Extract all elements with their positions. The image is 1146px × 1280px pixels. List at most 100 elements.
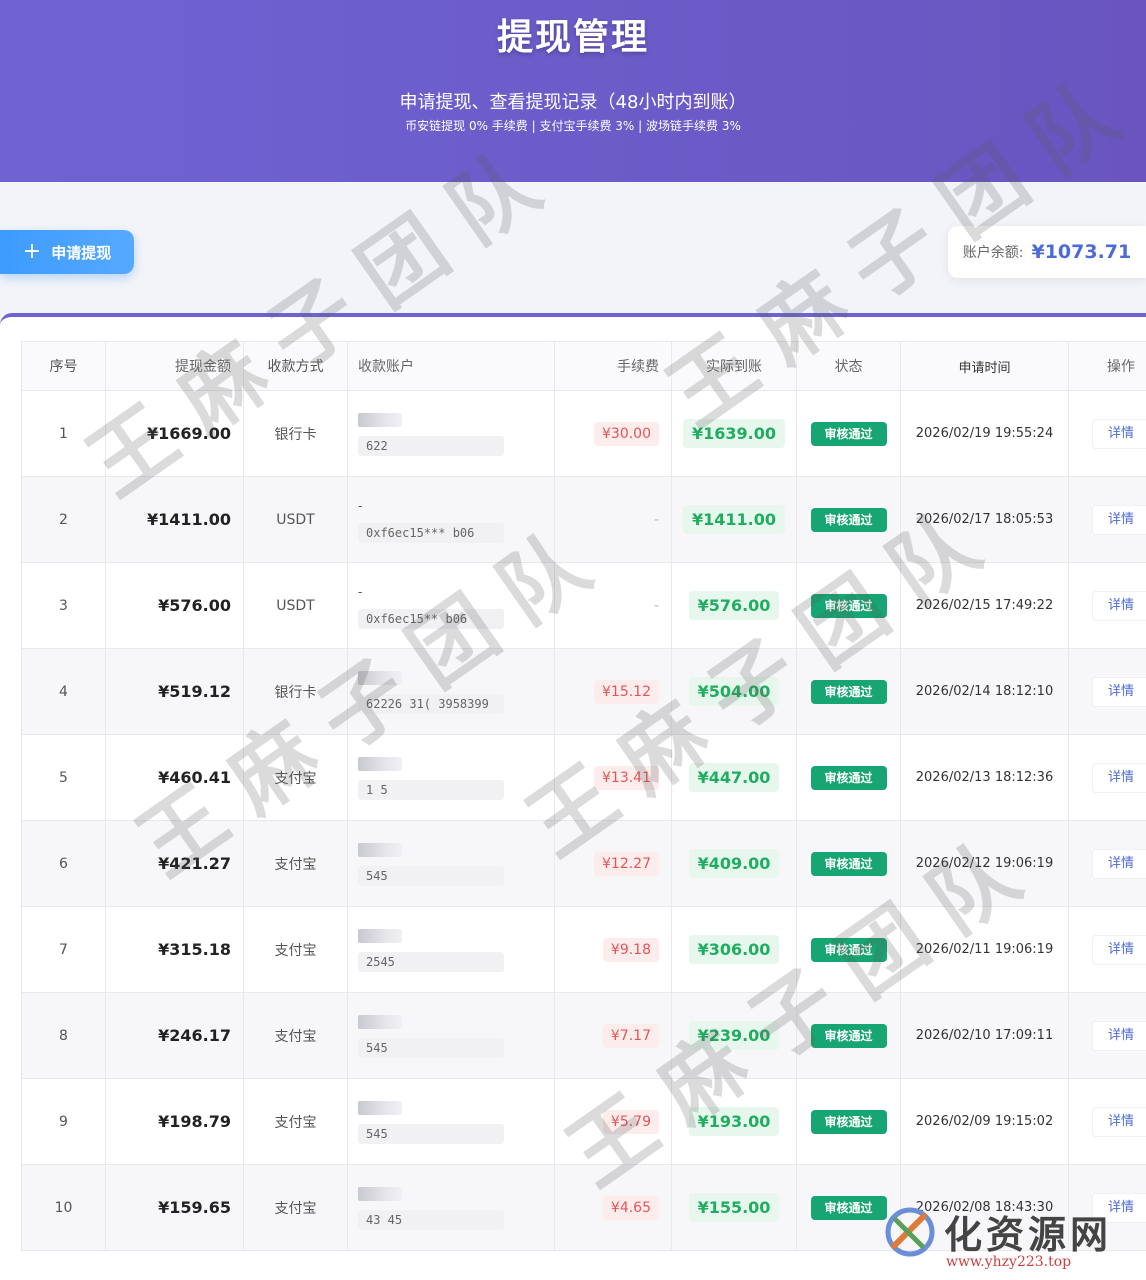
plus-icon: +: [22, 239, 42, 264]
cell-index: 10: [21, 1164, 106, 1251]
detail-button[interactable]: 详情: [1092, 1192, 1146, 1223]
cell-amount: ¥159.65: [105, 1164, 244, 1251]
balance-card: 账户余额: ¥1073.71: [948, 226, 1146, 278]
account-number: 62226 31( 3958399: [358, 693, 504, 714]
cell-amount: ¥576.00: [105, 562, 244, 649]
table-row: 9 ¥198.79 支付宝 545 ¥5.79 ¥193.00 审核通过 202…: [21, 1078, 1146, 1165]
header-col-index: 序号: [21, 341, 106, 391]
cell-action: 详情: [1068, 734, 1146, 821]
cell-amount: ¥421.27: [105, 820, 244, 907]
detail-button[interactable]: 详情: [1092, 676, 1146, 707]
cell-method: 支付宝: [243, 820, 348, 907]
cell-index: 5: [21, 734, 106, 821]
header-col-net: 实际到账: [671, 341, 797, 391]
status-badge: 审核通过: [810, 851, 887, 876]
cell-amount: ¥460.41: [105, 734, 244, 821]
cell-account: 545: [347, 992, 555, 1079]
cell-status: 审核通过: [796, 562, 901, 649]
cell-action: 详情: [1068, 476, 1146, 563]
cell-account: - 0xf6ec15** b06: [347, 562, 555, 649]
account-number: 43 45: [358, 1209, 504, 1230]
cell-amount: ¥315.18: [105, 906, 244, 993]
apply-withdraw-button[interactable]: + 申请提现: [0, 230, 134, 274]
cell-status: 审核通过: [796, 1164, 901, 1251]
status-badge: 审核通过: [810, 593, 887, 618]
header-col-fee: 手续费: [554, 341, 672, 391]
detail-button[interactable]: 详情: [1092, 504, 1146, 535]
cell-time: 2026/02/11 19:06:19: [900, 906, 1069, 993]
table-row: 5 ¥460.41 支付宝 1 5 ¥13.41 ¥447.00 审核通过 20…: [21, 734, 1146, 821]
fee-tag: ¥4.65: [602, 1195, 659, 1220]
cell-account: 62226 31( 3958399: [347, 648, 555, 735]
page-header: 提现管理 申请提现、查看提现记录（48小时内到账） 币安链提现 0% 手续费 |…: [0, 0, 1146, 182]
cell-fee: ¥4.65: [554, 1164, 672, 1251]
cell-action: 详情: [1068, 648, 1146, 735]
account-name: -: [358, 498, 363, 513]
cell-status: 审核通过: [796, 906, 901, 993]
cell-time: 2026/02/10 17:09:11: [900, 992, 1069, 1079]
apply-withdraw-label: 申请提现: [51, 243, 112, 262]
account-name-redacted: [358, 670, 402, 685]
fee-tag: ¥5.79: [602, 1109, 659, 1134]
header-col-status: 状态: [796, 341, 901, 391]
fee-empty: -: [653, 511, 659, 528]
cell-fee: ¥30.00: [554, 390, 672, 477]
detail-button[interactable]: 详情: [1092, 934, 1146, 965]
balance-label: 账户余额:: [962, 245, 1024, 261]
cell-fee: -: [554, 476, 672, 563]
account-number: 545: [358, 1123, 504, 1144]
cell-net: ¥504.00: [671, 648, 797, 735]
balance-value: ¥1073.71: [1031, 241, 1132, 263]
page-subtitle: 申请提现、查看提现记录（48小时内到账）: [399, 92, 747, 113]
table-row: 3 ¥576.00 USDT - 0xf6ec15** b06 - ¥576.0…: [21, 562, 1146, 649]
cell-index: 2: [21, 476, 106, 563]
cell-fee: ¥9.18: [554, 906, 672, 993]
cell-net: ¥306.00: [671, 906, 797, 993]
account-name-redacted: [358, 756, 402, 771]
detail-button[interactable]: 详情: [1092, 848, 1146, 879]
cell-time: 2026/02/12 19:06:19: [900, 820, 1069, 907]
cell-status: 审核通过: [796, 648, 901, 735]
status-badge: 审核通过: [810, 1195, 887, 1220]
cell-fee: -: [554, 562, 672, 649]
page-title: 提现管理: [496, 17, 649, 58]
account-number: 545: [358, 1037, 504, 1058]
fee-notice: 币安链提现 0% 手续费 | 支付宝手续费 3% | 波场链手续费 3%: [405, 119, 741, 133]
cell-action: 详情: [1068, 820, 1146, 907]
cell-time: 2026/02/15 17:49:22: [900, 562, 1069, 649]
cell-time: 2026/02/19 19:55:24: [900, 390, 1069, 477]
cell-time: 2026/02/08 18:43:30: [900, 1164, 1069, 1251]
table-row: 6 ¥421.27 支付宝 545 ¥12.27 ¥409.00 审核通过 20…: [21, 820, 1146, 907]
cell-time: 2026/02/14 18:12:10: [900, 648, 1069, 735]
cell-method: USDT: [243, 562, 348, 649]
table-header-row: 序号 提现金额 收款方式 收款账户 手续费 实际到账 状态 申请时间 操作: [21, 341, 1146, 391]
account-number: 0xf6ec15*** b06: [358, 522, 504, 543]
status-badge: 审核通过: [810, 507, 887, 532]
cell-fee: ¥13.41: [554, 734, 672, 821]
net-amount-tag: ¥504.00: [688, 677, 780, 706]
fee-tag: ¥9.18: [602, 937, 659, 962]
cell-index: 1: [21, 390, 106, 477]
net-amount-tag: ¥306.00: [688, 935, 780, 964]
detail-button[interactable]: 详情: [1092, 1106, 1146, 1137]
account-name-redacted: [358, 842, 402, 857]
fee-tag: ¥15.12: [594, 679, 659, 704]
cell-amount: ¥1411.00: [105, 476, 244, 563]
cell-action: 详情: [1068, 992, 1146, 1079]
account-name-redacted: [358, 1014, 402, 1029]
detail-button[interactable]: 详情: [1092, 590, 1146, 621]
cell-amount: ¥246.17: [105, 992, 244, 1079]
table-row: 4 ¥519.12 银行卡 62226 31( 3958399 ¥15.12 ¥…: [21, 648, 1146, 735]
net-amount-tag: ¥155.00: [688, 1193, 780, 1222]
cell-method: 支付宝: [243, 906, 348, 993]
account-name-redacted: [358, 412, 402, 427]
cell-amount: ¥1669.00: [105, 390, 244, 477]
cell-index: 7: [21, 906, 106, 993]
cell-amount: ¥198.79: [105, 1078, 244, 1165]
detail-button[interactable]: 详情: [1092, 762, 1146, 793]
cell-fee: ¥5.79: [554, 1078, 672, 1165]
cell-account: 545: [347, 820, 555, 907]
detail-button[interactable]: 详情: [1092, 1020, 1146, 1051]
detail-button[interactable]: 详情: [1092, 418, 1146, 449]
cell-status: 审核通过: [796, 820, 901, 907]
